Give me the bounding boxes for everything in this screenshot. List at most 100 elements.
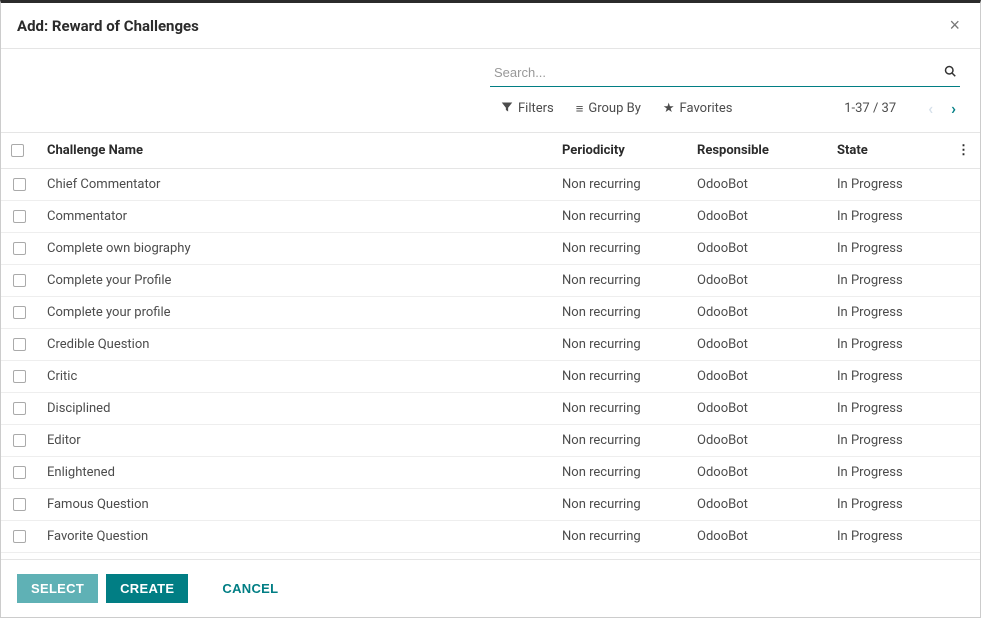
- row-name-cell: Commentator: [37, 201, 552, 233]
- row-trailing-cell: [947, 169, 980, 201]
- row-state-cell: In Progress: [827, 393, 947, 425]
- row-checkbox[interactable]: [13, 306, 26, 319]
- row-name-cell: Complete own biography: [37, 233, 552, 265]
- header-responsible[interactable]: Responsible: [687, 133, 827, 169]
- table-row[interactable]: EditorNon recurringOdooBotIn Progress: [1, 425, 980, 457]
- table-row[interactable]: Complete own biographyNon recurringOdooB…: [1, 233, 980, 265]
- row-checkbox[interactable]: [13, 242, 26, 255]
- row-checkbox-cell: [1, 329, 37, 361]
- row-periodicity-cell: Non recurring: [552, 457, 687, 489]
- header-name[interactable]: Challenge Name: [37, 133, 552, 169]
- table-row[interactable]: Complete your profileNon recurringOdooBo…: [1, 297, 980, 329]
- create-button[interactable]: CREATE: [106, 574, 188, 603]
- row-state-cell: In Progress: [827, 201, 947, 233]
- prev-page-button[interactable]: ‹: [924, 99, 937, 118]
- row-trailing-cell: [947, 425, 980, 457]
- row-state-cell: In Progress: [827, 361, 947, 393]
- challenges-table: Challenge Name Periodicity Responsible S…: [1, 132, 980, 553]
- row-responsible-cell: OdooBot: [687, 425, 827, 457]
- toolbar-row: Filters ≡ Group By ★ Favorites 1-37 / 37…: [1, 87, 980, 132]
- row-checkbox[interactable]: [13, 498, 26, 511]
- row-responsible-cell: OdooBot: [687, 265, 827, 297]
- table-row[interactable]: EnlightenedNon recurringOdooBotIn Progre…: [1, 457, 980, 489]
- modal-footer: SELECT CREATE CANCEL: [1, 559, 980, 617]
- row-checkbox-cell: [1, 425, 37, 457]
- table-row[interactable]: Favorite QuestionNon recurringOdooBotIn …: [1, 521, 980, 553]
- row-state-cell: In Progress: [827, 329, 947, 361]
- row-name-cell: Credible Question: [37, 329, 552, 361]
- row-name-cell: Complete your Profile: [37, 265, 552, 297]
- row-checkbox[interactable]: [13, 210, 26, 223]
- chevron-right-icon: ›: [951, 99, 956, 118]
- cancel-button[interactable]: CANCEL: [208, 574, 292, 603]
- table-row[interactable]: Complete your ProfileNon recurringOdooBo…: [1, 265, 980, 297]
- row-state-cell: In Progress: [827, 489, 947, 521]
- table-row[interactable]: Chief CommentatorNon recurringOdooBotIn …: [1, 169, 980, 201]
- table-row[interactable]: Credible QuestionNon recurringOdooBotIn …: [1, 329, 980, 361]
- row-responsible-cell: OdooBot: [687, 489, 827, 521]
- select-all-checkbox[interactable]: [11, 144, 24, 157]
- star-icon: ★: [663, 101, 675, 116]
- header-state[interactable]: State: [827, 133, 947, 169]
- row-checkbox[interactable]: [13, 466, 26, 479]
- row-name-cell: Enlightened: [37, 457, 552, 489]
- row-periodicity-cell: Non recurring: [552, 489, 687, 521]
- row-checkbox-cell: [1, 233, 37, 265]
- list-icon: ≡: [576, 101, 584, 117]
- row-name-cell: Famous Question: [37, 489, 552, 521]
- modal-title: Add: Reward of Challenges: [17, 17, 199, 35]
- row-periodicity-cell: Non recurring: [552, 265, 687, 297]
- row-state-cell: In Progress: [827, 233, 947, 265]
- header-periodicity[interactable]: Periodicity: [552, 133, 687, 169]
- row-responsible-cell: OdooBot: [687, 457, 827, 489]
- row-periodicity-cell: Non recurring: [552, 425, 687, 457]
- table-row[interactable]: CriticNon recurringOdooBotIn Progress: [1, 361, 980, 393]
- row-name-cell: Editor: [37, 425, 552, 457]
- row-periodicity-cell: Non recurring: [552, 521, 687, 553]
- funnel-icon: [501, 101, 513, 117]
- close-icon: ×: [949, 15, 960, 35]
- row-name-cell: Critic: [37, 361, 552, 393]
- row-checkbox-cell: [1, 169, 37, 201]
- row-checkbox-cell: [1, 361, 37, 393]
- row-name-cell: Favorite Question: [37, 521, 552, 553]
- row-checkbox-cell: [1, 457, 37, 489]
- row-checkbox-cell: [1, 489, 37, 521]
- row-checkbox[interactable]: [13, 338, 26, 351]
- select-button[interactable]: SELECT: [17, 574, 98, 603]
- search-input[interactable]: [490, 59, 960, 87]
- row-name-cell: Chief Commentator: [37, 169, 552, 201]
- row-periodicity-cell: Non recurring: [552, 297, 687, 329]
- row-checkbox[interactable]: [13, 370, 26, 383]
- row-checkbox[interactable]: [13, 402, 26, 415]
- table-row[interactable]: CommentatorNon recurringOdooBotIn Progre…: [1, 201, 980, 233]
- groupby-button[interactable]: ≡ Group By: [576, 101, 641, 117]
- modal-dialog: Add: Reward of Challenges ×: [0, 0, 981, 618]
- table-row[interactable]: DisciplinedNon recurringOdooBotIn Progre…: [1, 393, 980, 425]
- favorites-label: Favorites: [680, 101, 733, 116]
- table-row[interactable]: Famous QuestionNon recurringOdooBotIn Pr…: [1, 489, 980, 521]
- row-checkbox[interactable]: [13, 530, 26, 543]
- modal-body: Filters ≡ Group By ★ Favorites 1-37 / 37…: [1, 49, 980, 559]
- row-responsible-cell: OdooBot: [687, 329, 827, 361]
- row-checkbox[interactable]: [13, 434, 26, 447]
- search-icon[interactable]: [944, 65, 956, 81]
- favorites-button[interactable]: ★ Favorites: [663, 101, 733, 117]
- row-state-cell: In Progress: [827, 265, 947, 297]
- row-state-cell: In Progress: [827, 457, 947, 489]
- row-trailing-cell: [947, 393, 980, 425]
- row-trailing-cell: [947, 489, 980, 521]
- row-checkbox[interactable]: [13, 178, 26, 191]
- search-row: [1, 49, 980, 87]
- filters-label: Filters: [518, 101, 554, 116]
- row-checkbox-cell: [1, 265, 37, 297]
- row-state-cell: In Progress: [827, 425, 947, 457]
- row-checkbox[interactable]: [13, 274, 26, 287]
- row-trailing-cell: [947, 361, 980, 393]
- header-options[interactable]: ⋮: [947, 133, 980, 169]
- row-trailing-cell: [947, 233, 980, 265]
- close-button[interactable]: ×: [945, 15, 964, 36]
- pager-text[interactable]: 1-37 / 37: [844, 101, 896, 116]
- filters-button[interactable]: Filters: [501, 101, 554, 117]
- next-page-button[interactable]: ›: [947, 99, 960, 118]
